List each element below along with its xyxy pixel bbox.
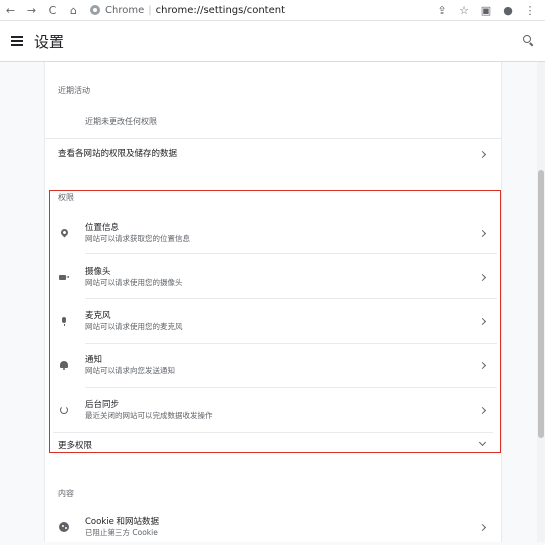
- permission-label: 位置信息: [85, 223, 120, 233]
- url-separator: |: [148, 4, 152, 16]
- camera-icon: [59, 272, 69, 282]
- home-icon[interactable]: ⌂: [63, 0, 84, 20]
- divider: [85, 298, 497, 299]
- permission-notifications-row[interactable]: 通知 网站可以请求向您发送通知: [49, 347, 499, 383]
- bell-icon: [59, 360, 69, 370]
- permission-label: 后台同步: [85, 400, 120, 410]
- divider: [53, 432, 493, 433]
- side-panel-icon[interactable]: ▣: [475, 0, 497, 20]
- permission-desc: 网站可以请求获取您的位置信息: [85, 234, 190, 243]
- view-site-permissions-label: 查看各网站的权限及储存的数据: [58, 149, 178, 159]
- permissions-title: 权限: [58, 193, 74, 202]
- view-site-permissions-row[interactable]: 查看各网站的权限及储存的数据: [45, 142, 501, 164]
- permission-desc: 最近关闭的网站可以完成数据收发操作: [85, 411, 213, 420]
- permission-label: 通知: [85, 355, 103, 365]
- content-cookies-row[interactable]: Cookie 和网站数据 已阻止第三方 Cookie: [49, 509, 499, 545]
- cookie-icon: [59, 522, 69, 532]
- settings-card: 近期活动 近期未更改任何权限 查看各网站的权限及储存的数据 权限 位置信息 网站…: [44, 62, 502, 542]
- chrome-logo-icon: [90, 5, 100, 15]
- chevron-right-icon: [478, 317, 487, 326]
- settings-header: 设置: [0, 21, 545, 62]
- chevron-right-icon: [478, 523, 487, 532]
- permission-label: 麦克风: [85, 311, 111, 321]
- more-permissions-row[interactable]: 更多权限: [45, 437, 501, 453]
- share-icon[interactable]: ⇪: [431, 0, 453, 20]
- sync-icon: [59, 405, 69, 415]
- location-icon: [59, 227, 70, 238]
- hamburger-menu-icon[interactable]: [11, 36, 23, 46]
- chevron-right-icon: [478, 273, 487, 282]
- chevron-right-icon: [478, 406, 487, 415]
- permission-desc: 网站可以请求使用您的麦克风: [85, 322, 183, 331]
- url-text[interactable]: chrome://settings/content: [156, 5, 285, 16]
- forward-icon[interactable]: →: [21, 0, 42, 20]
- chevron-right-icon: [478, 150, 487, 159]
- address-bar[interactable]: Chrome | chrome://settings/content: [90, 2, 285, 18]
- permission-camera-row[interactable]: 摄像头 网站可以请求使用您的摄像头: [49, 259, 499, 295]
- divider: [45, 138, 501, 139]
- profile-icon[interactable]: ●: [497, 0, 519, 20]
- permission-location-row[interactable]: 位置信息 网站可以请求获取您的位置信息: [49, 215, 499, 251]
- scrollbar-thumb[interactable]: [538, 170, 544, 438]
- recent-activity-empty-text: 近期未更改任何权限: [85, 117, 157, 126]
- browser-toolbar: ← → C ⌂ Chrome | chrome://settings/conte…: [0, 0, 545, 21]
- browser-menu-icon[interactable]: ⋮: [519, 0, 541, 20]
- content-title: 内容: [58, 489, 74, 498]
- permission-label: 摄像头: [85, 267, 111, 277]
- permission-desc: 网站可以请求使用您的摄像头: [85, 278, 183, 287]
- content-label: Cookie 和网站数据: [85, 517, 160, 527]
- recent-activity-title: 近期活动: [58, 86, 90, 95]
- page-title: 设置: [34, 33, 65, 51]
- chevron-right-icon: [478, 361, 487, 370]
- divider: [85, 253, 497, 254]
- reload-icon[interactable]: C: [42, 0, 63, 20]
- chevron-right-icon: [478, 229, 487, 238]
- divider: [85, 387, 497, 388]
- back-icon[interactable]: ←: [0, 0, 21, 20]
- microphone-icon: [59, 316, 69, 326]
- more-permissions-label: 更多权限: [58, 441, 93, 451]
- chevron-down-icon: [478, 438, 487, 447]
- search-icon[interactable]: [523, 35, 533, 45]
- permission-desc: 网站可以请求向您发送通知: [85, 366, 175, 375]
- divider: [85, 343, 497, 344]
- app-name: Chrome: [105, 4, 145, 16]
- permission-microphone-row[interactable]: 麦克风 网站可以请求使用您的麦克风: [49, 303, 499, 339]
- permission-background-sync-row[interactable]: 后台同步 最近关闭的网站可以完成数据收发操作: [49, 392, 499, 428]
- bookmark-star-icon[interactable]: ☆: [453, 0, 475, 20]
- content-desc: 已阻止第三方 Cookie: [85, 528, 158, 537]
